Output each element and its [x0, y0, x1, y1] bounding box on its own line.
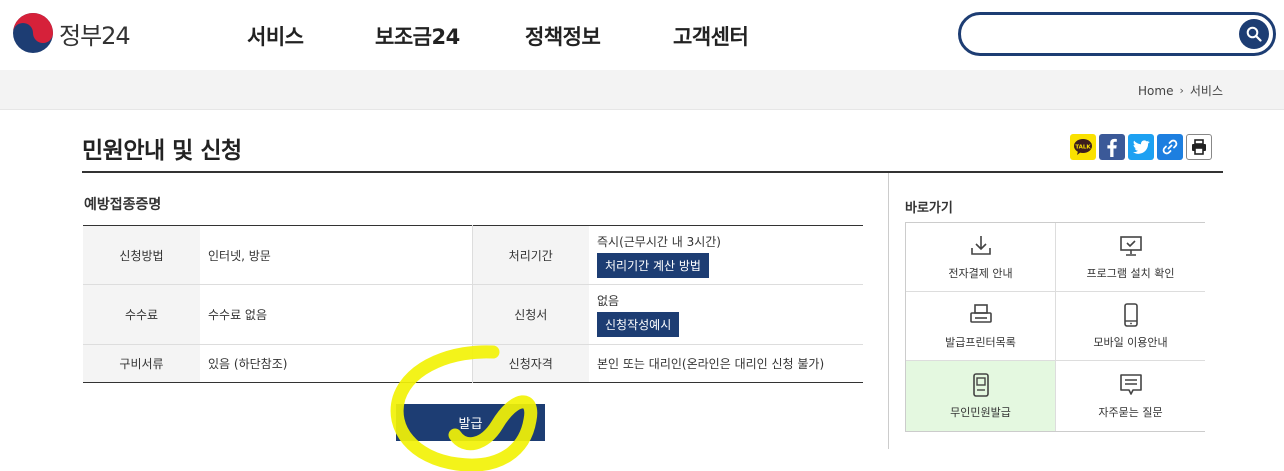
quick-link-label: 프로그램 설치 확인 — [1086, 267, 1175, 280]
facebook-share-button[interactable] — [1099, 134, 1125, 160]
kiosk-icon — [972, 373, 989, 397]
logo-text: 정부24 — [59, 21, 131, 50]
table-header-cell: 신청자격 — [471, 344, 589, 383]
nav-service[interactable]: 서비스 — [247, 21, 304, 51]
breadcrumb: Home › 서비스 — [1138, 82, 1223, 99]
svg-text:TALK: TALK — [1075, 145, 1091, 151]
table-row: 신청방법 인터넷, 방문 처리기간 즉시(근무시간 내 3시간) 처리기간 계산… — [83, 225, 863, 285]
table-cell: 인터넷, 방문 — [200, 225, 472, 285]
quick-link-label: 자주묻는 질문 — [1098, 406, 1163, 419]
table-header-cell: 신청방법 — [83, 225, 200, 285]
quick-link-program-check[interactable]: 프로그램 설치 확인 — [1056, 223, 1205, 292]
processing-period-calc-button[interactable]: 처리기간 계산 방법 — [597, 252, 709, 278]
processing-period-value: 즉시(근무시간 내 3시간) — [597, 234, 721, 249]
table-cell: 수수료 없음 — [200, 284, 472, 345]
table-row: 구비서류 있음 (하단참조) 신청자격 본인 또는 대리인(온라인은 대리인 신… — [83, 344, 863, 383]
quick-links-title: 바로가기 — [905, 201, 953, 216]
search-box — [958, 12, 1276, 56]
quick-link-mobile-guide[interactable]: 모바일 이용안내 — [1056, 292, 1205, 361]
monitor-icon — [1119, 236, 1142, 256]
table-header-cell: 신청서 — [471, 284, 589, 345]
site-header: 정부24 서비스 보조금24 정책정보 고객센터 — [0, 0, 1284, 70]
kakaotalk-share-button[interactable]: TALK — [1070, 134, 1096, 160]
quick-link-label: 무인민원발급 — [950, 406, 1011, 419]
table-cell: 없음 신청작성예시 — [589, 284, 863, 345]
breadcrumb-current[interactable]: 서비스 — [1190, 82, 1223, 99]
title-divider — [82, 171, 1223, 173]
download-icon — [970, 236, 991, 255]
sidebar-divider — [888, 173, 889, 449]
link-icon — [1162, 139, 1178, 155]
table-row: 수수료 수수료 없음 신청서 없음 신청작성예시 — [83, 284, 863, 345]
taegeuk-emblem-icon — [13, 13, 53, 53]
table-cell: 있음 (하단참조) — [208, 357, 288, 371]
chevron-right-icon: › — [1179, 84, 1184, 97]
form-example-button[interactable]: 신청작성예시 — [597, 312, 680, 337]
nav-subsidy24[interactable]: 보조금24 — [375, 21, 460, 51]
nav-policy-info[interactable]: 정책정보 — [525, 21, 601, 51]
search-button[interactable] — [1239, 19, 1269, 49]
application-form-value: 없음 — [597, 294, 620, 308]
kakaotalk-icon: TALK — [1074, 139, 1092, 155]
print-icon — [1192, 139, 1206, 155]
copy-link-button[interactable] — [1157, 134, 1183, 160]
mobile-icon — [1123, 303, 1138, 327]
quick-link-label: 모바일 이용안내 — [1093, 336, 1168, 349]
facebook-icon — [1107, 138, 1117, 157]
page-title: 민원안내 및 신청 — [82, 138, 242, 164]
twitter-share-button[interactable] — [1128, 134, 1154, 160]
search-input[interactable] — [975, 21, 1235, 47]
printer-icon — [969, 304, 992, 323]
quick-link-epayment[interactable]: 전자결제 안내 — [906, 223, 1056, 292]
quick-links-grid: 전자결제 안내 프로그램 설치 확인 발급프린터목록 모바일 이용안내 무인민원… — [905, 222, 1205, 432]
breadcrumb-band: Home › 서비스 — [0, 70, 1284, 110]
table-cell: 즉시(근무시간 내 3시간) 처리기간 계산 방법 — [589, 225, 863, 285]
table-header-cell: 구비서류 — [83, 344, 200, 383]
quick-link-label: 발급프린터목록 — [945, 336, 1016, 349]
faq-icon — [1119, 374, 1142, 395]
table-header-cell: 처리기간 — [471, 225, 589, 285]
print-button[interactable] — [1186, 134, 1212, 160]
quick-link-label: 전자결제 안내 — [948, 267, 1013, 280]
section-title: 예방접종증명 — [84, 197, 162, 213]
quick-link-faq[interactable]: 자주묻는 질문 — [1056, 361, 1205, 431]
quick-link-unmanned-kiosk[interactable]: 무인민원발급 — [906, 361, 1056, 431]
share-buttons: TALK — [1070, 134, 1212, 160]
issue-button[interactable]: 발급 — [396, 404, 545, 441]
table-cell: 본인 또는 대리인(온라인은 대리인 신청 불가) — [597, 357, 825, 371]
nav-customer-center[interactable]: 고객센터 — [673, 21, 749, 51]
quick-link-printer-list[interactable]: 발급프린터목록 — [906, 292, 1056, 361]
site-logo[interactable]: 정부24 — [12, 12, 131, 54]
breadcrumb-home[interactable]: Home — [1138, 84, 1173, 98]
twitter-icon — [1133, 140, 1150, 154]
search-icon — [1246, 26, 1262, 42]
table-header-cell: 수수료 — [83, 284, 200, 345]
service-info-table: 신청방법 인터넷, 방문 처리기간 즉시(근무시간 내 3시간) 처리기간 계산… — [83, 225, 863, 383]
